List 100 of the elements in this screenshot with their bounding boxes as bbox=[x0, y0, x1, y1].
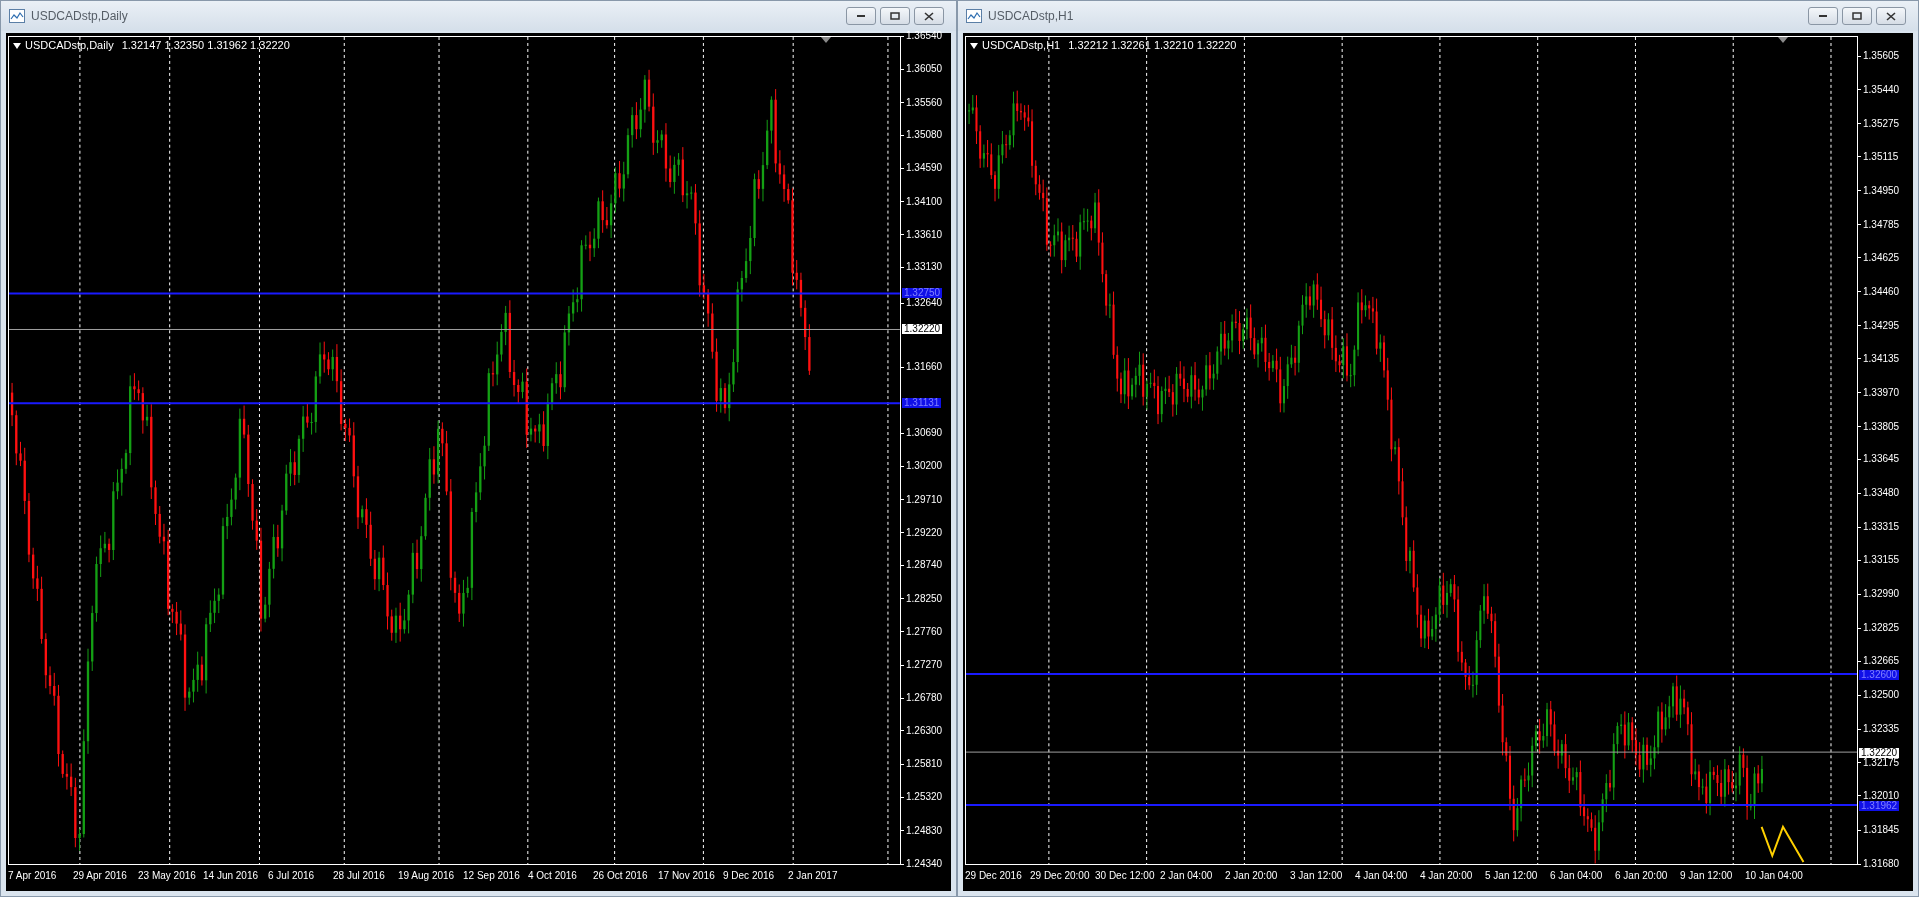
time-tick-label: 6 Jan 04:00 bbox=[1550, 868, 1604, 883]
time-tick-label: 29 Apr 2016 bbox=[73, 868, 128, 883]
caret-icon[interactable] bbox=[13, 42, 21, 49]
price-tick-label: 1.35275 bbox=[1863, 118, 1900, 129]
time-tick-label: 2 Jan 04:00 bbox=[1160, 868, 1214, 883]
price-tick-label: 1.33610 bbox=[906, 229, 943, 240]
price-tick-label: 1.26300 bbox=[906, 725, 943, 736]
price-tick-label: 1.27760 bbox=[906, 626, 943, 637]
level-price-label: 1.32750 bbox=[902, 288, 943, 299]
price-tick-label: 1.33130 bbox=[906, 262, 943, 273]
price-tick-label: 1.32335 bbox=[1863, 724, 1900, 735]
time-tick-label: 6 Jan 20:00 bbox=[1615, 868, 1669, 883]
time-tick-label: 4 Jan 20:00 bbox=[1420, 868, 1474, 883]
time-tick-label: 6 Jul 2016 bbox=[268, 868, 316, 883]
price-tick-label: 1.32500 bbox=[1863, 690, 1900, 701]
time-tick-label: 19 Aug 2016 bbox=[398, 868, 456, 883]
price-tick-label: 1.35560 bbox=[906, 97, 943, 108]
time-tick-label: 12 Sep 2016 bbox=[463, 868, 521, 883]
price-tick-label: 1.27270 bbox=[906, 660, 943, 671]
price-tick-label: 1.33645 bbox=[1863, 454, 1900, 465]
time-tick-label: 28 Jul 2016 bbox=[333, 868, 386, 883]
time-tick-label: 29 Dec 2016 bbox=[965, 868, 1023, 883]
price-tick-label: 1.31660 bbox=[906, 362, 943, 373]
price-tick-label: 1.35605 bbox=[1863, 51, 1900, 61]
time-tick-label: 29 Dec 20:00 bbox=[1030, 868, 1091, 883]
time-tick-label: 14 Jun 2016 bbox=[203, 868, 260, 883]
shift-marker-icon[interactable] bbox=[821, 37, 831, 43]
close-button[interactable] bbox=[914, 7, 944, 25]
ohlc-values: 1.32147 1.32350 1.31962 1.32220 bbox=[121, 39, 290, 52]
price-tick-label: 1.33805 bbox=[1863, 421, 1900, 432]
time-tick-label: 26 Oct 2016 bbox=[593, 868, 649, 883]
minimize-button[interactable] bbox=[846, 7, 876, 25]
zigzag-line bbox=[1760, 824, 1805, 863]
price-tick-label: 1.26780 bbox=[906, 693, 943, 704]
price-tick-label: 1.31845 bbox=[1863, 825, 1900, 836]
price-tick-label: 1.28740 bbox=[906, 560, 943, 571]
chart-symbol: USDCADstp,Daily bbox=[25, 39, 114, 52]
ohlc-values: 1.32212 1.32261 1.32210 1.32220 bbox=[1068, 39, 1237, 52]
current-price-label: 1.32220 bbox=[902, 324, 943, 335]
time-tick-label: 9 Dec 2016 bbox=[723, 868, 776, 883]
time-tick-label: 4 Oct 2016 bbox=[528, 868, 578, 883]
close-button[interactable] bbox=[1876, 7, 1906, 25]
level-price-label: 1.32600 bbox=[1859, 669, 1900, 680]
minimize-button[interactable] bbox=[1808, 7, 1838, 25]
time-tick-label: 30 Dec 12:00 bbox=[1095, 868, 1156, 883]
minimize-icon bbox=[1818, 14, 1828, 18]
price-tick-label: 1.34590 bbox=[906, 163, 943, 174]
restore-button[interactable] bbox=[1842, 7, 1872, 25]
price-tick-label: 1.32665 bbox=[1863, 656, 1900, 667]
price-tick-label: 1.30690 bbox=[906, 428, 943, 439]
price-tick-label: 1.25320 bbox=[906, 792, 943, 803]
price-tick-label: 1.29710 bbox=[906, 494, 943, 505]
price-tick-label: 1.24340 bbox=[906, 859, 943, 869]
window-title: USDCADstp,Daily bbox=[31, 8, 128, 25]
time-tick-label: 7 Apr 2016 bbox=[8, 868, 58, 883]
price-tick-label: 1.32825 bbox=[1863, 623, 1900, 634]
time-tick-label: 23 May 2016 bbox=[138, 868, 197, 883]
price-tick-label: 1.24830 bbox=[906, 825, 943, 836]
close-icon bbox=[924, 11, 934, 21]
shift-marker-icon[interactable] bbox=[1778, 37, 1788, 43]
price-tick-label: 1.36050 bbox=[906, 64, 943, 75]
price-tick-label: 1.35080 bbox=[906, 130, 943, 141]
window-title: USDCADstp,H1 bbox=[988, 8, 1074, 25]
restore-icon bbox=[890, 12, 900, 20]
restore-button[interactable] bbox=[880, 7, 910, 25]
price-tick-label: 1.35440 bbox=[1863, 84, 1900, 95]
price-tick-label: 1.34950 bbox=[1863, 185, 1900, 196]
price-tick-label: 1.32010 bbox=[1863, 790, 1900, 801]
time-tick-label: 10 Jan 04:00 bbox=[1745, 868, 1804, 883]
price-tick-label: 1.33315 bbox=[1863, 522, 1900, 533]
chart-window-icon bbox=[9, 9, 25, 23]
price-tick-label: 1.34295 bbox=[1863, 320, 1900, 331]
price-tick-label: 1.32175 bbox=[1863, 757, 1900, 768]
price-tick-label: 1.34135 bbox=[1863, 353, 1900, 364]
time-tick-label: 4 Jan 04:00 bbox=[1355, 868, 1409, 883]
time-tick-label: 9 Jan 12:00 bbox=[1680, 868, 1734, 883]
price-tick-label: 1.31680 bbox=[1863, 859, 1900, 869]
close-icon bbox=[1886, 11, 1896, 21]
level-price-label: 1.31131 bbox=[902, 398, 942, 409]
time-tick-label: 17 Nov 2016 bbox=[658, 868, 716, 883]
time-tick-label: 2 Jan 2017 bbox=[788, 868, 839, 883]
price-tick-label: 1.29220 bbox=[906, 527, 943, 538]
price-tick-label: 1.36540 bbox=[906, 31, 943, 41]
price-tick-label: 1.28250 bbox=[906, 593, 943, 604]
chart-symbol: USDCADstp,H1 bbox=[982, 39, 1061, 52]
price-tick-label: 1.33155 bbox=[1863, 555, 1900, 566]
price-tick-label: 1.32990 bbox=[1863, 589, 1900, 600]
minimize-icon bbox=[856, 14, 866, 18]
price-tick-label: 1.33970 bbox=[1863, 387, 1900, 398]
price-tick-label: 1.34785 bbox=[1863, 219, 1900, 230]
price-tick-label: 1.30200 bbox=[906, 461, 943, 472]
time-tick-label: 5 Jan 12:00 bbox=[1485, 868, 1539, 883]
chart-window-icon bbox=[966, 9, 982, 23]
price-tick-label: 1.33480 bbox=[1863, 488, 1900, 499]
price-tick-label: 1.32640 bbox=[906, 298, 943, 309]
time-tick-label: 3 Jan 12:00 bbox=[1290, 868, 1344, 883]
price-tick-label: 1.34625 bbox=[1863, 252, 1900, 263]
level-price-label: 1.31962 bbox=[1859, 800, 1900, 811]
caret-icon[interactable] bbox=[970, 42, 978, 49]
price-tick-label: 1.34100 bbox=[906, 196, 943, 207]
